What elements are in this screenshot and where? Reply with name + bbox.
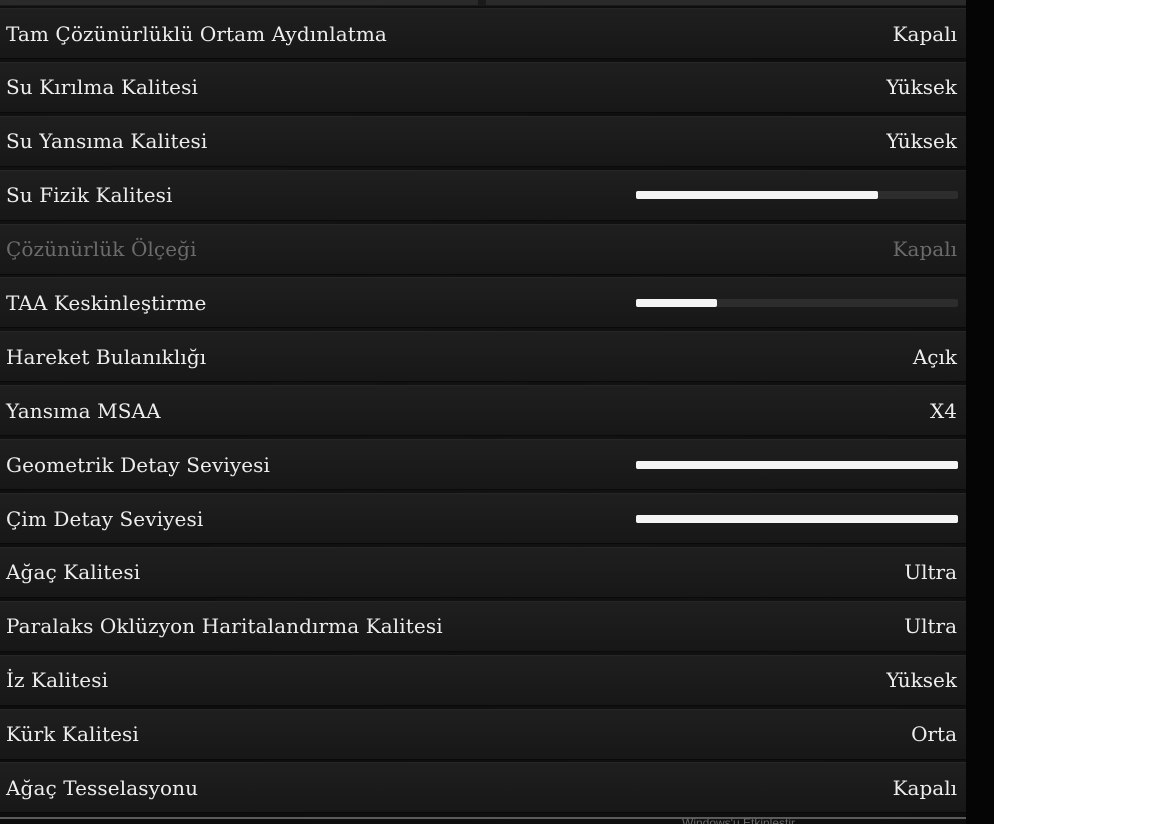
setting-label: İz Kalitesi	[6, 668, 109, 693]
scroll-gutter	[966, 0, 994, 824]
setting-value[interactable]: Açık	[913, 345, 957, 369]
setting-row[interactable]: TAA Keskinleştirme	[0, 277, 966, 329]
setting-value[interactable]: Yüksek	[886, 129, 957, 153]
setting-slider[interactable]	[636, 460, 958, 469]
windows-activation-watermark: Windows'u Etkinleştir	[682, 816, 795, 824]
setting-value[interactable]: Orta	[911, 722, 957, 746]
setting-label: Paralaks Oklüzyon Haritalandırma Kalites…	[6, 614, 443, 639]
setting-value[interactable]: Kapalı	[893, 22, 957, 46]
setting-value: Kapalı	[892, 237, 957, 262]
setting-slider[interactable]	[636, 298, 958, 307]
setting-row[interactable]: Çim Detay Seviyesi	[0, 493, 966, 545]
graphics-settings-panel: Tam Çözünürlüklü Ortam Aydınlatma Kapalı S…	[0, 0, 994, 824]
setting-value[interactable]: X4	[930, 399, 957, 423]
setting-value[interactable]: Ultra	[904, 614, 957, 638]
setting-slider[interactable]	[636, 514, 958, 523]
slider-fill	[636, 460, 958, 469]
setting-row[interactable]: Tam Çözünürlüklü Ortam Aydınlatma Kapalı	[0, 8, 966, 59]
setting-label: Kürk Kalitesi	[6, 722, 139, 747]
setting-slider[interactable]	[636, 191, 958, 200]
setting-label: Çim Detay Seviyesi	[6, 506, 204, 531]
setting-row[interactable]: Hareket Bulanıklığı Açık	[0, 331, 966, 383]
slider-fill	[636, 298, 717, 307]
setting-value[interactable]: Kapalı	[893, 776, 957, 800]
top-tab-left	[0, 0, 478, 5]
setting-row[interactable]: İz Kalitesi Yüksek	[0, 654, 966, 706]
setting-value[interactable]: Ultra	[904, 560, 957, 584]
setting-label: Tam Çözünürlüklü Ortam Aydınlatma	[6, 21, 387, 46]
setting-label: Yansıma MSAA	[6, 398, 161, 423]
setting-label: Su Yansıma Kalitesi	[6, 129, 208, 154]
setting-row[interactable]: Yansıma MSAA X4	[0, 385, 966, 437]
setting-label: Su Fizik Kalitesi	[6, 183, 173, 208]
setting-value[interactable]: Yüksek	[886, 668, 957, 692]
setting-label: Ağaç Kalitesi	[6, 560, 141, 585]
setting-row[interactable]: Su Yansıma Kalitesi Yüksek	[0, 115, 966, 167]
setting-row[interactable]: Paralaks Oklüzyon Haritalandırma Kalites…	[0, 600, 966, 652]
setting-label: Çözünürlük Ölçeği	[6, 237, 197, 262]
setting-row: Çözünürlük Ölçeği Kapalı	[0, 223, 966, 275]
settings-list: Tam Çözünürlüklü Ortam Aydınlatma Kapalı S…	[0, 8, 966, 816]
slider-fill	[636, 514, 958, 523]
setting-row[interactable]: Su Fizik Kalitesi	[0, 169, 966, 221]
setting-row[interactable]: Kürk Kalitesi Orta	[0, 708, 966, 760]
setting-row[interactable]: Ağaç Kalitesi Ultra	[0, 546, 966, 598]
setting-label: Geometrik Detay Seviyesi	[6, 452, 271, 477]
setting-label: Hareket Bulanıklığı	[6, 344, 207, 369]
setting-value[interactable]: Yüksek	[886, 75, 957, 99]
slider-fill	[636, 191, 878, 200]
setting-row[interactable]: Geometrik Detay Seviyesi	[0, 439, 966, 491]
setting-row[interactable]: Su Kırılma Kalitesi Yüksek	[0, 61, 966, 113]
top-tab-right	[486, 0, 966, 5]
setting-row[interactable]: Ağaç Tesselasyonu Kapalı	[0, 762, 966, 814]
setting-label: TAA Keskinleştirme	[6, 290, 207, 315]
setting-label: Su Kırılma Kalitesi	[6, 75, 198, 100]
bottom-divider	[0, 817, 966, 819]
setting-label: Ağaç Tesselasyonu	[6, 775, 199, 800]
